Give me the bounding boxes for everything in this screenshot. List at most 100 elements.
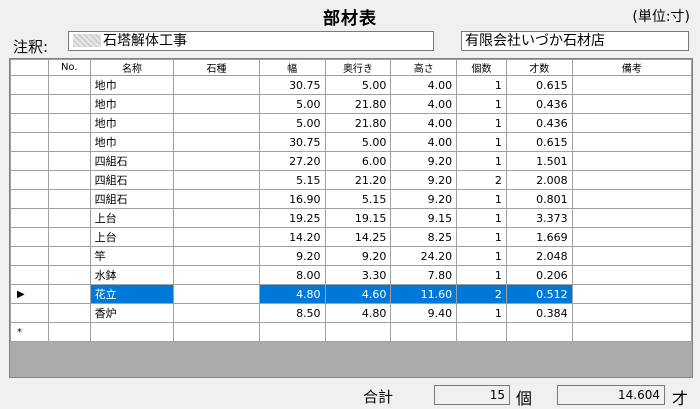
cell-height[interactable]: 9.15	[390, 208, 458, 228]
col-header-depth[interactable]: 奥行き	[324, 59, 392, 76]
cell-stone[interactable]	[173, 265, 260, 285]
cell-stone[interactable]	[173, 208, 260, 228]
cell-remarks[interactable]	[571, 170, 692, 190]
cell-depth[interactable]: 6.00	[324, 151, 392, 171]
col-header-sai[interactable]: 才数	[505, 59, 573, 76]
cell-remarks[interactable]	[571, 113, 692, 133]
cell-qty[interactable]: 1	[456, 189, 507, 209]
table-row[interactable]: 四組石 16.90 5.15 9.20 1 0.801	[10, 189, 692, 209]
cell-no[interactable]	[47, 94, 91, 114]
cell-name[interactable]: 花立	[89, 284, 175, 304]
cell-stone[interactable]	[173, 246, 260, 266]
new-row-cell[interactable]	[505, 322, 573, 342]
cell-no[interactable]	[47, 189, 91, 209]
cell-height[interactable]: 4.00	[390, 75, 458, 95]
cell-qty[interactable]: 1	[456, 94, 507, 114]
col-header-no[interactable]: No.	[47, 59, 91, 76]
cell-name[interactable]: 竿	[89, 246, 175, 266]
cell-sai[interactable]: 0.436	[505, 94, 573, 114]
row-header[interactable]	[10, 75, 49, 95]
cell-width[interactable]: 5.00	[258, 94, 326, 114]
cell-remarks[interactable]	[571, 132, 692, 152]
cell-remarks[interactable]	[571, 227, 692, 247]
cell-qty[interactable]: 1	[456, 113, 507, 133]
cell-name[interactable]: 四組石	[89, 151, 175, 171]
cell-sai[interactable]: 0.615	[505, 75, 573, 95]
cell-depth[interactable]: 4.80	[324, 303, 392, 323]
cell-width[interactable]: 14.20	[258, 227, 326, 247]
col-header-remarks[interactable]: 備考	[571, 59, 692, 76]
new-row-cell[interactable]	[89, 322, 175, 342]
col-header-name[interactable]: 名称	[89, 59, 175, 76]
col-header-height[interactable]: 高さ	[390, 59, 458, 76]
new-row-cell[interactable]	[258, 322, 326, 342]
cell-remarks[interactable]	[571, 284, 692, 304]
row-header[interactable]	[10, 208, 49, 228]
table-row[interactable]: 香炉 8.50 4.80 9.40 1 0.384	[10, 303, 692, 323]
current-row-indicator[interactable]: ▶	[10, 284, 49, 304]
cell-depth[interactable]: 5.00	[324, 132, 392, 152]
cell-sai[interactable]: 2.008	[505, 170, 573, 190]
cell-name[interactable]: 四組石	[89, 189, 175, 209]
cell-no[interactable]	[47, 113, 91, 133]
cell-qty[interactable]: 1	[456, 303, 507, 323]
cell-qty[interactable]: 1	[456, 208, 507, 228]
col-header-stone[interactable]: 石種	[173, 59, 260, 76]
cell-width[interactable]: 30.75	[258, 75, 326, 95]
cell-sai[interactable]: 1.669	[505, 227, 573, 247]
cell-qty[interactable]: 1	[456, 75, 507, 95]
cell-width[interactable]: 8.00	[258, 265, 326, 285]
cell-stone[interactable]	[173, 75, 260, 95]
table-row[interactable]: 地巾 30.75 5.00 4.00 1 0.615	[10, 132, 692, 152]
cell-depth[interactable]: 21.80	[324, 94, 392, 114]
cell-remarks[interactable]	[571, 246, 692, 266]
cell-width[interactable]: 27.20	[258, 151, 326, 171]
cell-depth[interactable]: 14.25	[324, 227, 392, 247]
cell-width[interactable]: 19.25	[258, 208, 326, 228]
cell-height[interactable]: 7.80	[390, 265, 458, 285]
table-row[interactable]: 竿 9.20 9.20 24.20 1 2.048	[10, 246, 692, 266]
new-row[interactable]: *	[10, 322, 692, 342]
table-row[interactable]: 四組石 27.20 6.00 9.20 1 1.501	[10, 151, 692, 171]
cell-sai[interactable]: 3.373	[505, 208, 573, 228]
row-header[interactable]	[10, 113, 49, 133]
row-header[interactable]	[10, 227, 49, 247]
cell-depth[interactable]: 19.15	[324, 208, 392, 228]
cell-no[interactable]	[47, 151, 91, 171]
cell-height[interactable]: 9.20	[390, 151, 458, 171]
cell-stone[interactable]	[173, 94, 260, 114]
row-header[interactable]	[10, 246, 49, 266]
cell-sai[interactable]: 1.501	[505, 151, 573, 171]
cell-height[interactable]: 4.00	[390, 113, 458, 133]
new-row-cell[interactable]	[173, 322, 260, 342]
cell-width[interactable]: 5.00	[258, 113, 326, 133]
cell-remarks[interactable]	[571, 303, 692, 323]
table-row[interactable]: ▶ 花立 4.80 4.60 11.60 2 0.512	[10, 284, 692, 304]
cell-name[interactable]: 地巾	[89, 94, 175, 114]
cell-depth[interactable]: 5.15	[324, 189, 392, 209]
cell-height[interactable]: 9.40	[390, 303, 458, 323]
cell-name[interactable]: 水鉢	[89, 265, 175, 285]
cell-name[interactable]: 上台	[89, 227, 175, 247]
cell-name[interactable]: 地巾	[89, 132, 175, 152]
new-row-cell[interactable]	[456, 322, 507, 342]
row-header[interactable]	[10, 94, 49, 114]
row-header[interactable]	[10, 151, 49, 171]
cell-sai[interactable]: 0.206	[505, 265, 573, 285]
cell-stone[interactable]	[173, 170, 260, 190]
cell-height[interactable]: 24.20	[390, 246, 458, 266]
cell-depth[interactable]: 9.20	[324, 246, 392, 266]
cell-stone[interactable]	[173, 151, 260, 171]
table-row[interactable]: 水鉢 8.00 3.30 7.80 1 0.206	[10, 265, 692, 285]
cell-no[interactable]	[47, 132, 91, 152]
cell-width[interactable]: 30.75	[258, 132, 326, 152]
cell-remarks[interactable]	[571, 75, 692, 95]
cell-no[interactable]	[47, 170, 91, 190]
cell-height[interactable]: 4.00	[390, 94, 458, 114]
cell-sai[interactable]: 0.512	[505, 284, 573, 304]
row-header[interactable]	[10, 132, 49, 152]
cell-qty[interactable]: 1	[456, 246, 507, 266]
cell-width[interactable]: 8.50	[258, 303, 326, 323]
cell-sai[interactable]: 0.615	[505, 132, 573, 152]
col-header-qty[interactable]: 個数	[456, 59, 507, 76]
